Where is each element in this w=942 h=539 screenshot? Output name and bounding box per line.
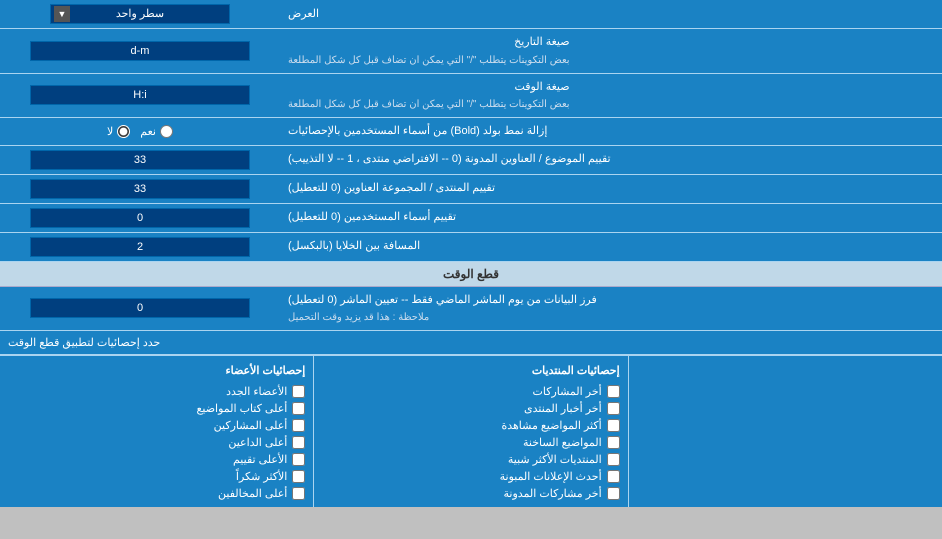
display-input-cell: سطر واحد سطران ثلاثة أسطر ▼: [0, 0, 280, 28]
checkbox-post-1[interactable]: [607, 385, 620, 398]
list-item: الأعضاء الجدد: [8, 383, 305, 400]
forum-order-input-cell: [0, 175, 280, 203]
list-item: أكثر المواضيع مشاهدة: [322, 417, 619, 434]
checkbox-member-3[interactable]: [292, 419, 305, 432]
date-format-label: صيغة التاريخ بعض التكوينات يتطلب "/" الت…: [280, 29, 942, 73]
list-item: أخر أخبار المنتدى: [322, 400, 619, 417]
list-item: الأعلى تقييم: [8, 451, 305, 468]
list-item: المواضيع الساخنة: [322, 434, 619, 451]
checkbox-post-6[interactable]: [607, 470, 620, 483]
bold-no-label[interactable]: لا: [107, 125, 130, 138]
cutoff-input[interactable]: [30, 298, 250, 318]
bold-yes-label[interactable]: نعم: [140, 125, 173, 138]
bold-yes-radio[interactable]: [160, 125, 173, 138]
display-select-wrapper: سطر واحد سطران ثلاثة أسطر ▼: [50, 4, 230, 24]
user-order-label: تقييم أسماء المستخدمين (0 للتعطيل): [280, 204, 942, 232]
list-item: أخر مشاركات المدونة: [322, 485, 619, 502]
checkbox-member-5[interactable]: [292, 453, 305, 466]
time-format-label: صيغة الوقت بعض التكوينات يتطلب "/" التي …: [280, 74, 942, 118]
member-stats-header: إحصائيات الأعضاء: [8, 361, 305, 380]
topic-order-label: تقييم الموضوع / العناوين المدونة (0 -- ا…: [280, 146, 942, 174]
cutoff-label: فرز البيانات من يوم الماشر الماضي فقط --…: [280, 287, 942, 331]
checkbox-col-member-stats: إحصائيات الأعضاء الأعضاء الجدد أعلى كتاب…: [0, 356, 313, 507]
checkbox-member-1[interactable]: [292, 385, 305, 398]
gap-input[interactable]: [30, 237, 250, 257]
cutoff-input-cell: [0, 287, 280, 331]
display-label: العرض: [280, 0, 942, 28]
time-format-input[interactable]: [30, 85, 250, 105]
list-item: أعلى الداعين: [8, 434, 305, 451]
date-format-input[interactable]: [30, 41, 250, 61]
forum-order-input[interactable]: [30, 179, 250, 199]
topic-order-input-cell: [0, 146, 280, 174]
list-item: أعلى المشاركين: [8, 417, 305, 434]
bold-remove-input-cell: نعم لا: [0, 118, 280, 145]
topic-order-input[interactable]: [30, 150, 250, 170]
checkbox-post-2[interactable]: [607, 402, 620, 415]
list-item: أعلى كتاب المواضيع: [8, 400, 305, 417]
list-item: أخر المشاركات: [322, 383, 619, 400]
checkbox-member-2[interactable]: [292, 402, 305, 415]
limit-label: حدد إحصائيات لتطبيق قطع الوقت: [0, 331, 942, 354]
gap-input-cell: [0, 233, 280, 261]
checkbox-col-empty: [628, 356, 942, 507]
cutoff-section-header: قطع الوقت: [0, 262, 942, 287]
user-order-input-cell: [0, 204, 280, 232]
checkbox-member-4[interactable]: [292, 436, 305, 449]
post-stats-header: إحصائيات المنتديات: [322, 361, 619, 380]
checkbox-post-3[interactable]: [607, 419, 620, 432]
gap-label: المسافة بين الخلايا (بالبكسل): [280, 233, 942, 261]
checkbox-member-7[interactable]: [292, 487, 305, 500]
list-item: الأكثر شكراً: [8, 468, 305, 485]
list-item: أحدث الإعلانات المبونة: [322, 468, 619, 485]
bold-no-radio[interactable]: [117, 125, 130, 138]
user-order-input[interactable]: [30, 208, 250, 228]
list-item: المنتديات الأكثر شبية: [322, 451, 619, 468]
checkbox-member-6[interactable]: [292, 470, 305, 483]
checkboxes-area: إحصائيات المنتديات أخر المشاركات أخر أخب…: [0, 355, 942, 507]
checkbox-post-5[interactable]: [607, 453, 620, 466]
list-item: أعلى المخالفين: [8, 485, 305, 502]
date-format-input-cell: [0, 29, 280, 73]
time-format-input-cell: [0, 74, 280, 118]
forum-order-label: تقييم المنتدى / المجموعة العناوين (0 للت…: [280, 175, 942, 203]
bold-remove-label: إزالة نمط بولد (Bold) من أسماء المستخدمي…: [280, 118, 942, 145]
checkbox-col-post-stats: إحصائيات المنتديات أخر المشاركات أخر أخب…: [313, 356, 627, 507]
checkbox-post-7[interactable]: [607, 487, 620, 500]
display-select[interactable]: سطر واحد سطران ثلاثة أسطر: [50, 4, 230, 24]
bold-remove-radio-group: نعم لا: [107, 125, 173, 138]
checkbox-post-4[interactable]: [607, 436, 620, 449]
